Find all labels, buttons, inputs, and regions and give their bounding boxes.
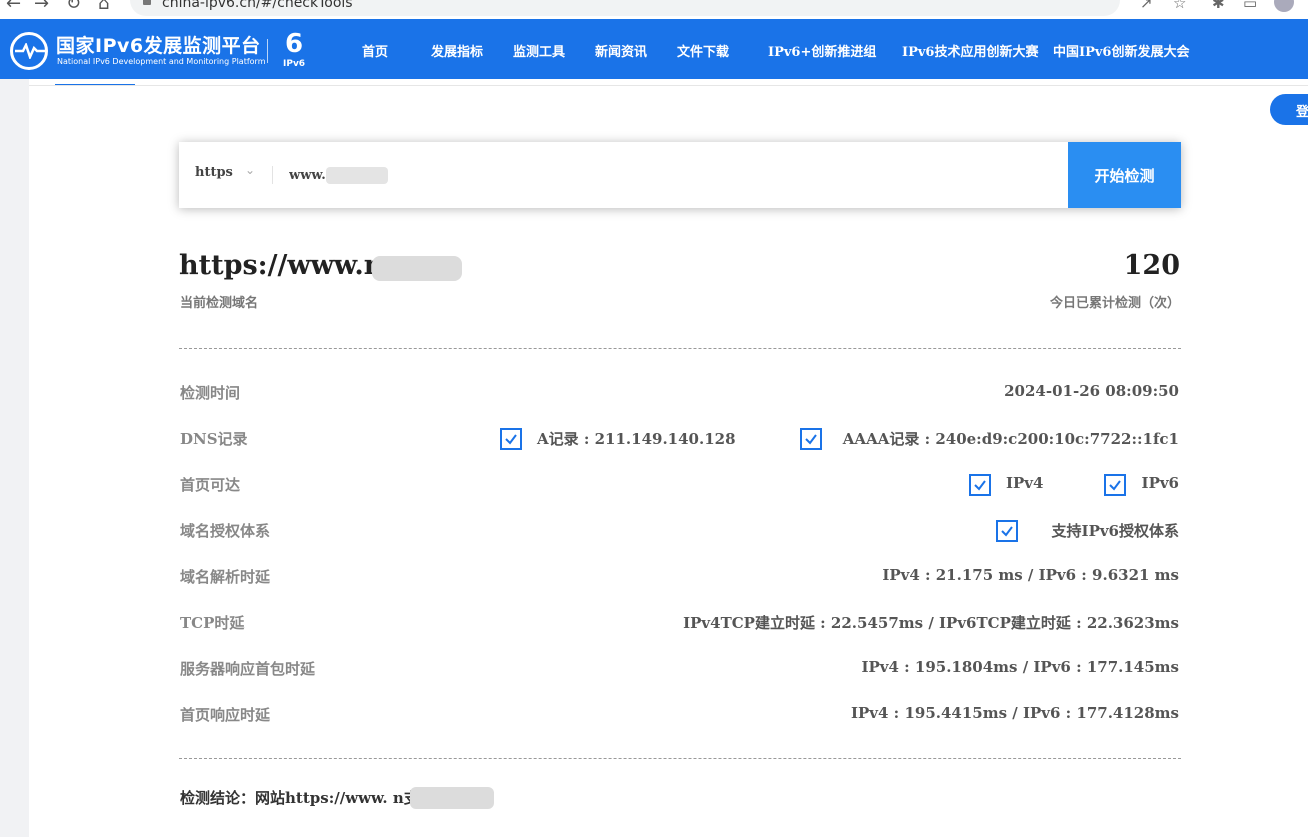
site-title[interactable]: 国家IPv6发展监测平台 (56, 31, 261, 58)
address-url[interactable]: china-ipv6.cn/#/checkTools (162, 0, 353, 11)
domain-input[interactable] (279, 159, 1059, 191)
check-icon (996, 520, 1018, 542)
nav-conference[interactable]: 中国IPv6创新发展大会 (1053, 41, 1189, 60)
nav-tools[interactable]: 监测工具 (513, 41, 565, 60)
check-icon (500, 428, 522, 450)
row-label-auth: 域名授权体系 (180, 522, 271, 540)
lock-icon[interactable] (143, 0, 151, 5)
row-value-resolve: IPv4 : 21.175 ms / IPv6 : 9.6321 ms (882, 566, 1179, 584)
nav-contest[interactable]: IPv6技术应用创新大赛 (902, 41, 1038, 60)
row-label-reach: 首页可达 (180, 476, 241, 494)
extensions-icon[interactable]: ✱ (1212, 0, 1225, 12)
home-icon[interactable]: ⌂ (98, 0, 109, 14)
nav-downloads[interactable]: 文件下载 (677, 41, 729, 60)
row-label-tcp: TCP时延 (180, 614, 245, 632)
auth-value: 支持IPv6授权体系 (1051, 522, 1179, 540)
back-icon[interactable]: ← (6, 0, 21, 14)
logo-divider (267, 39, 268, 63)
dns-a-record: A记录 : 211.149.140.128 (537, 430, 736, 448)
row-value-time: 2024-01-26 08:09:50 (1004, 382, 1179, 400)
start-check-button[interactable]: 开始检测 (1068, 142, 1181, 208)
nav-home[interactable]: 首页 (362, 41, 388, 60)
profile-icon[interactable] (1274, 0, 1294, 12)
chevron-down-icon[interactable]: ⌄ (245, 163, 255, 177)
protocol-select[interactable]: https (195, 165, 233, 180)
redaction-blur (410, 787, 494, 809)
row-value-homepage: IPv4 : 195.4415ms / IPv6 : 177.4128ms (851, 704, 1179, 722)
reach-ipv6: IPv6 (1141, 474, 1179, 492)
star-icon[interactable]: ☆ (1173, 0, 1186, 12)
today-check-count-caption: 今日已累计检测（次） (1049, 296, 1180, 311)
login-button[interactable]: 登 (1270, 94, 1308, 125)
split-icon[interactable]: ▭ (1243, 0, 1257, 12)
row-label-dns: DNS记录 (180, 430, 248, 448)
row-label-homepage: 首页响应时延 (180, 706, 271, 724)
row-value-tcp: IPv4TCP建立时延 : 22.5457ms / IPv6TCP建立时延 : … (683, 614, 1179, 632)
check-icon (800, 428, 822, 450)
browser-toolbar: ← → ↻ ⌂ china-ipv6.cn/#/checkTools ↗ ☆ ✱… (0, 0, 1308, 19)
nav-indicators[interactable]: 发展指标 (431, 41, 483, 60)
check-icon (1104, 474, 1126, 496)
checked-domain-caption: 当前检测域名 (180, 296, 259, 311)
dashed-divider (179, 348, 1181, 349)
dashed-divider (179, 758, 1181, 759)
dns-aaaa-record: AAAA记录 : 240e:d9:c200:10c:7722::1fc1 (842, 430, 1179, 448)
ipv6-logo-icon: 6 IPv6 (283, 29, 306, 69)
share-icon[interactable]: ↗ (1140, 0, 1153, 12)
reach-ipv4: IPv4 (1006, 474, 1044, 492)
forward-icon[interactable]: → (34, 0, 49, 14)
site-header: 国家IPv6发展监测平台 National IPv6 Development a… (0, 19, 1308, 79)
pulse-logo-icon[interactable] (10, 32, 48, 70)
redaction-blur (326, 167, 388, 184)
today-check-count: 120 (1123, 250, 1180, 281)
check-icon (969, 474, 991, 496)
row-value-firstpkt: IPv4 : 195.1804ms / IPv6 : 177.145ms (861, 658, 1179, 676)
domain-search-box: https ⌄ 开始检测 (179, 142, 1181, 208)
redaction-blur (372, 256, 462, 281)
site-subtitle: National IPv6 Development and Monitoring… (57, 57, 266, 66)
nav-news[interactable]: 新闻资讯 (595, 41, 647, 60)
protocol-divider (272, 166, 273, 184)
row-label-resolve: 域名解析时延 (180, 568, 271, 586)
nav-innovation-group[interactable]: IPv6+创新推进组 (768, 41, 876, 60)
reload-icon[interactable]: ↻ (66, 0, 81, 14)
row-label-time: 检测时间 (180, 384, 241, 402)
header-divider (29, 85, 1308, 86)
row-label-firstpkt: 服务器响应首包时延 (180, 660, 316, 678)
